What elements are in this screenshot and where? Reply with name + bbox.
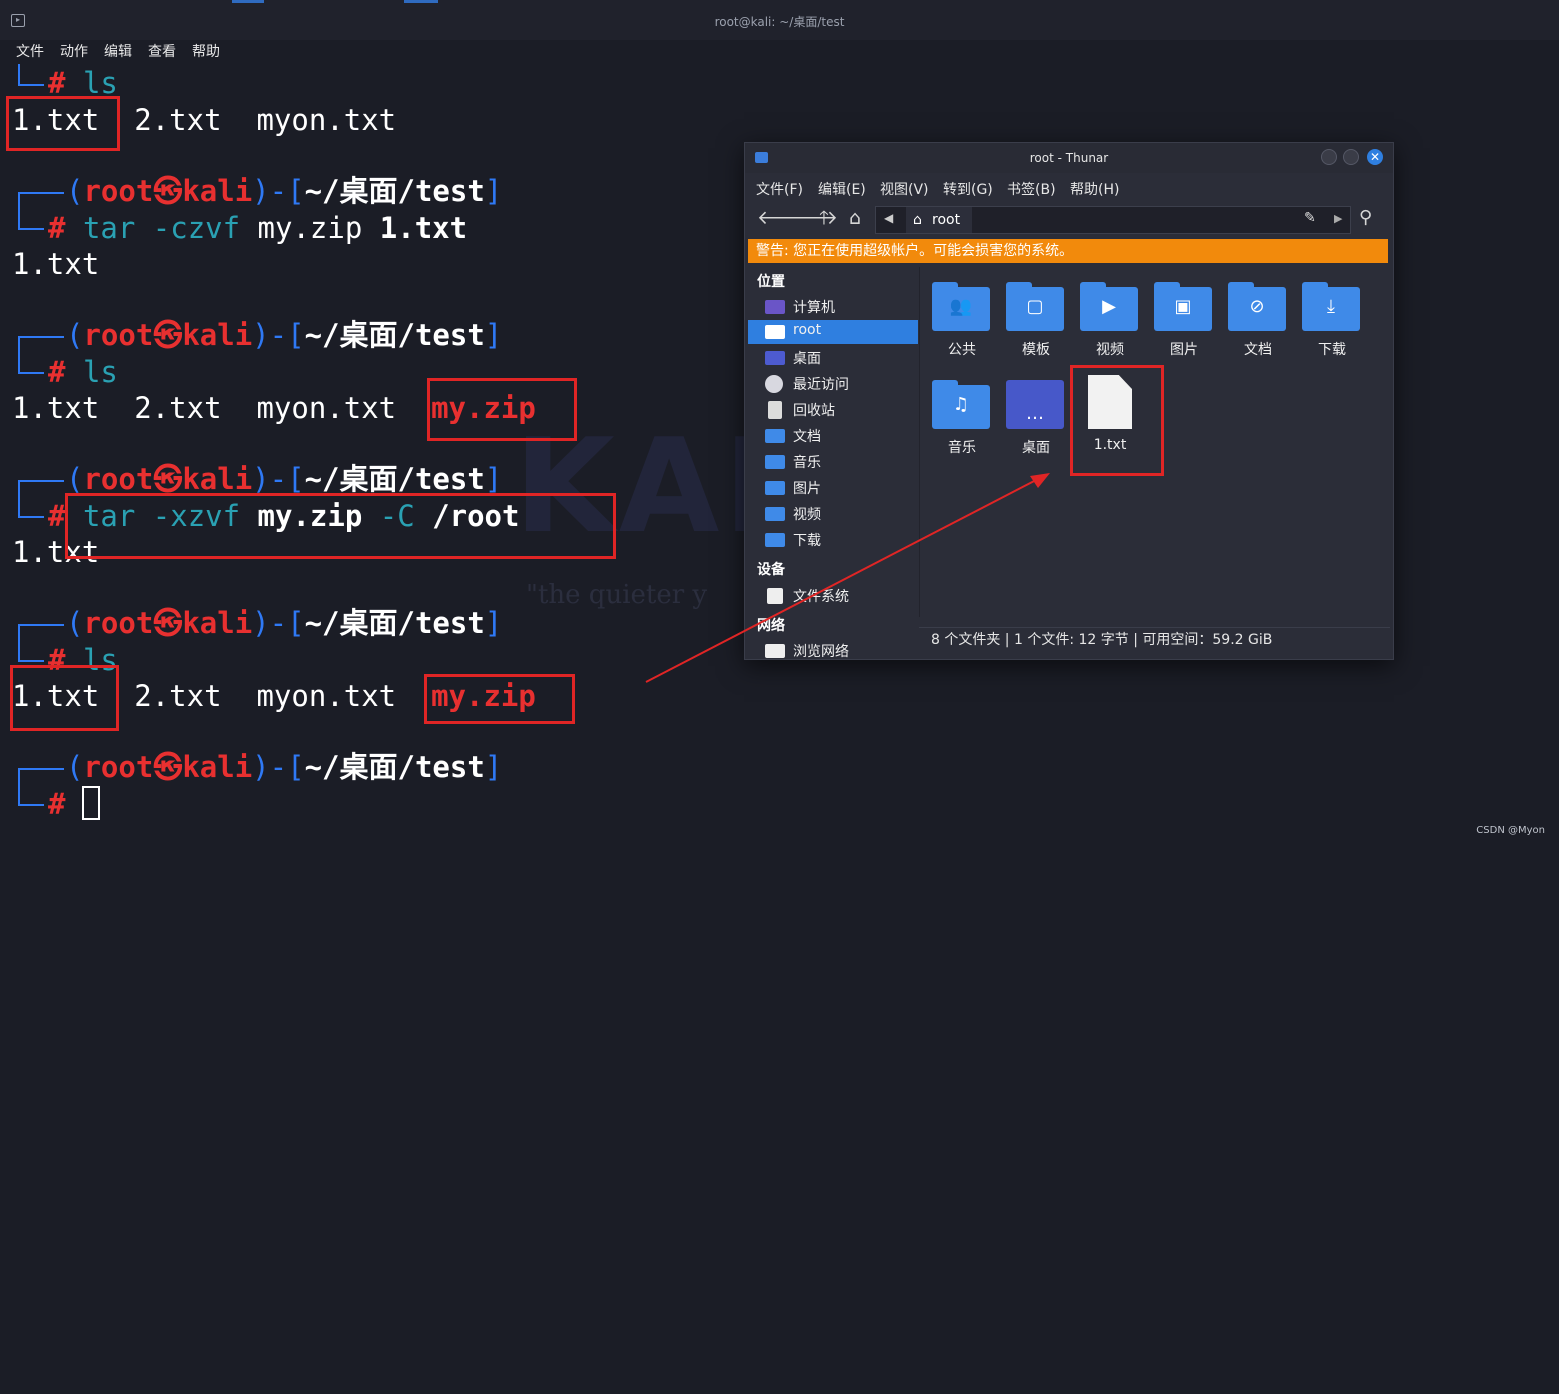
csdn-watermark: CSDN @Myon⁠	[1476, 825, 1545, 836]
annotation-arrow	[645, 473, 1050, 683]
